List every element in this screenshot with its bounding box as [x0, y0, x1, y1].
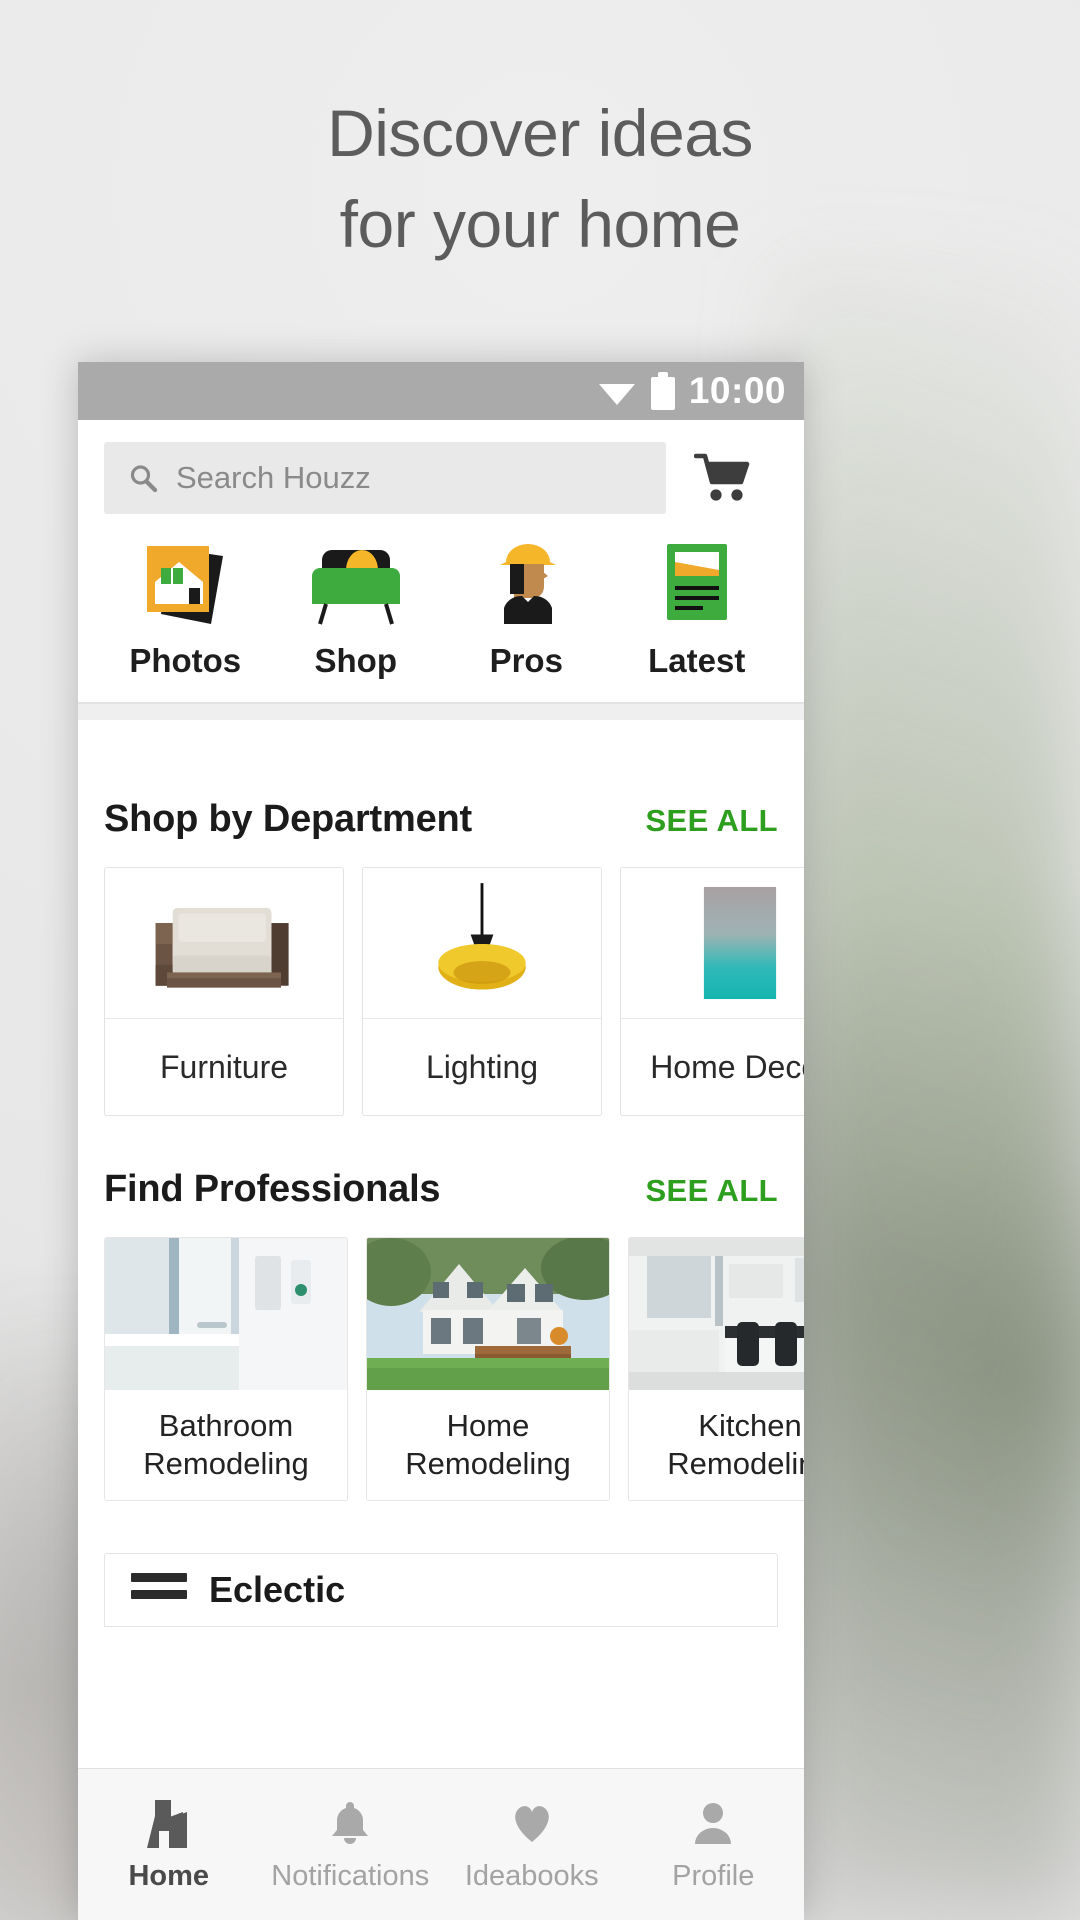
teal-wall-art-photo: [621, 868, 804, 1018]
headline-line-2: for your home: [339, 187, 741, 262]
category-label: Shop: [314, 642, 397, 679]
person-icon: [687, 1796, 739, 1848]
bell-icon: [324, 1796, 376, 1848]
professional-card[interactable]: Bathroom Remodeling: [104, 1237, 348, 1501]
department-card[interactable]: Home Decor: [620, 867, 804, 1116]
cart-button[interactable]: [666, 452, 778, 504]
phone-mockup: 10:00 Search Houzz Photos Shop Pros Late…: [78, 362, 804, 1920]
departments-carousel[interactable]: Furniture Lighting Home Dec: [78, 867, 804, 1116]
style-card-eclectic[interactable]: Eclectic: [104, 1553, 778, 1627]
section-title: Find Professionals: [104, 1168, 441, 1210]
search-row: Search Houzz: [78, 420, 804, 530]
departments-header: Shop by Department SEE ALL: [78, 798, 804, 841]
pendant-lamp-photo: [363, 868, 601, 1018]
category-shop[interactable]: Shop: [271, 536, 442, 680]
search-input[interactable]: Search Houzz: [104, 442, 666, 514]
bottom-navigation: Home Notifications Ideabooks Profile: [78, 1768, 804, 1920]
white-house-exterior-photo: [367, 1238, 609, 1390]
nav-item-home[interactable]: Home: [78, 1796, 260, 1893]
nav-label: Home: [128, 1860, 210, 1892]
nav-item-ideabooks[interactable]: Ideabooks: [441, 1796, 623, 1893]
professional-name: Bathroom Remodeling: [143, 1408, 309, 1481]
wood-armchair-photo: [105, 868, 343, 1018]
search-icon: [128, 463, 158, 493]
nav-item-profile[interactable]: Profile: [623, 1796, 805, 1893]
photos-icon: [139, 536, 231, 628]
app-header: Search Houzz Photos Shop Pros Latest: [78, 420, 804, 704]
status-bar: 10:00: [78, 362, 804, 420]
hardhat-worker-icon: [480, 536, 572, 628]
shopping-cart-icon: [693, 452, 750, 504]
content-gap-strip: [78, 704, 804, 720]
menu-lines-icon: [131, 1573, 187, 1607]
professionals-carousel[interactable]: Bathroom Remodeling Home Remodeling Kitc…: [78, 1237, 804, 1501]
department-name: Lighting: [425, 1048, 539, 1085]
armchair-icon: [310, 536, 402, 628]
departments-see-all-link[interactable]: SEE ALL: [645, 803, 778, 839]
professionals-header: Find Professionals SEE ALL: [78, 1168, 804, 1211]
professional-card[interactable]: Home Remodeling: [366, 1237, 610, 1501]
nav-item-notifications[interactable]: Notifications: [260, 1796, 442, 1893]
professional-name: Home Remodeling: [405, 1408, 571, 1481]
section-title: Shop by Department: [104, 798, 472, 840]
category-shortcuts: Photos Shop Pros Latest: [78, 530, 804, 702]
battery-icon: [650, 372, 675, 410]
category-pros[interactable]: Pros: [441, 536, 612, 680]
houzz-home-icon: [143, 1796, 195, 1848]
category-label: Latest: [648, 642, 746, 679]
search-placeholder: Search Houzz: [176, 460, 371, 495]
nav-label: Notifications: [271, 1860, 430, 1892]
article-icon: [651, 536, 743, 628]
department-card[interactable]: Lighting: [362, 867, 602, 1116]
nav-label: Profile: [672, 1860, 755, 1892]
category-label: Pros: [489, 642, 563, 679]
professionals-see-all-link[interactable]: SEE ALL: [645, 1173, 778, 1209]
category-label: Photos: [129, 642, 242, 679]
wifi-icon: [597, 376, 637, 406]
department-card[interactable]: Furniture: [104, 867, 344, 1116]
professional-name: Kitchen Remodeling: [667, 1408, 804, 1481]
nav-label: Ideabooks: [464, 1860, 599, 1892]
professional-card[interactable]: Kitchen Remodeling: [628, 1237, 804, 1501]
style-card-title: Eclectic: [209, 1569, 346, 1610]
category-photos[interactable]: Photos: [100, 536, 271, 680]
content-scroll-area[interactable]: Shop by Department SEE ALL Furniture Lig…: [78, 720, 804, 1920]
status-bar-clock: 10:00: [688, 370, 786, 411]
modern-kitchen-photo: [629, 1238, 804, 1390]
promo-headline: Discover ideas for your home: [0, 88, 1080, 270]
department-name: Home Decor: [650, 1048, 804, 1085]
white-bathroom-photo: [105, 1238, 347, 1390]
department-name: Furniture: [159, 1048, 289, 1085]
category-latest[interactable]: Latest: [612, 536, 783, 680]
headline-line-1: Discover ideas: [327, 96, 753, 170]
heart-icon: [506, 1796, 558, 1848]
